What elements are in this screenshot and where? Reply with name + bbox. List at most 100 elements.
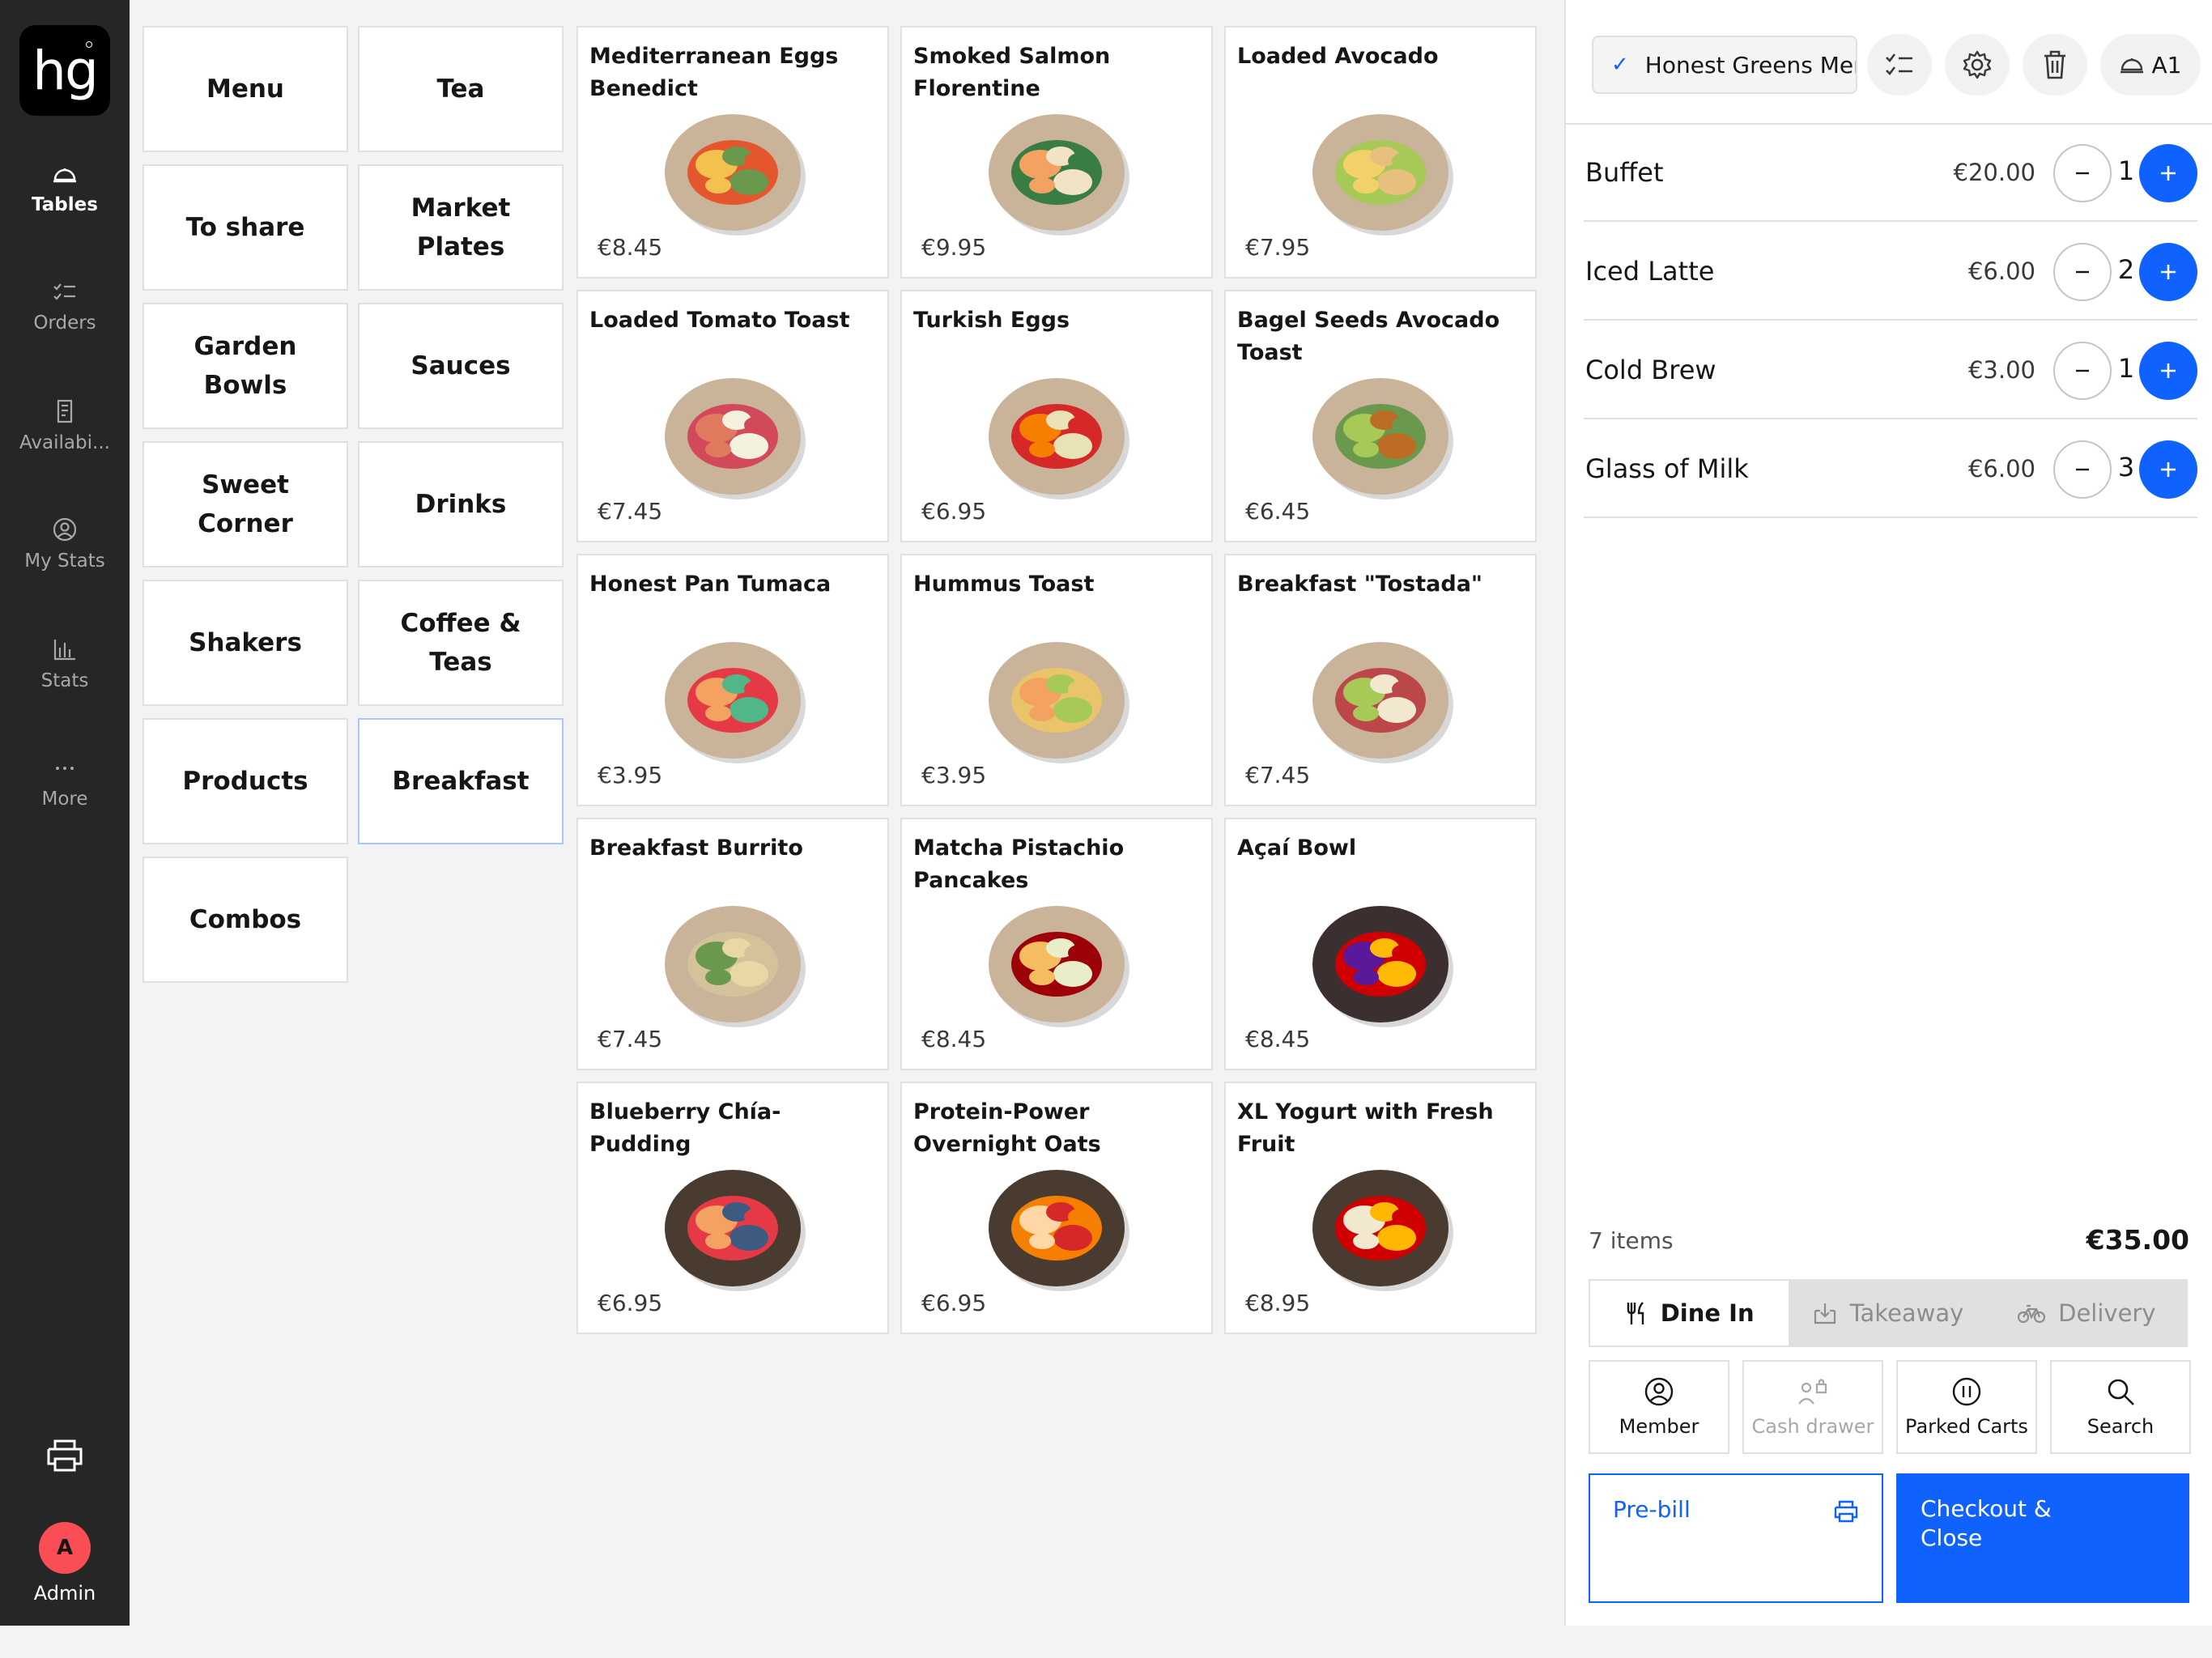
product-image	[665, 641, 806, 763]
delete-cart-button[interactable]	[2023, 34, 2087, 96]
pre-bill-button[interactable]: Pre-bill	[1589, 1473, 1883, 1603]
cart-line-name: Glass of Milk	[1585, 453, 1749, 484]
product-card[interactable]: Turkish Eggs €6.95	[900, 290, 1213, 542]
checkout-button[interactable]: Checkout & Close	[1896, 1473, 2189, 1603]
product-card[interactable]: Mediterranean Eggs Benedict €8.45	[576, 26, 889, 278]
cart-line-name: Cold Brew	[1585, 355, 1716, 385]
order-type-switcher: Dine In Takeaway Delivery	[1589, 1279, 2188, 1347]
product-card[interactable]: Loaded Avocado €7.95	[1224, 26, 1537, 278]
cart-line: Buffet €20.00 1	[1584, 123, 2197, 222]
pause-icon	[1952, 1377, 1981, 1406]
category-breakfast[interactable]: Breakfast	[358, 718, 564, 844]
product-name: Turkish Eggs	[913, 308, 1070, 333]
order-type-delivery[interactable]: Delivery	[1988, 1281, 2186, 1346]
cart-line-price: €3.00	[1967, 356, 2035, 384]
item-count: 7 items	[1589, 1227, 1674, 1254]
sidebar-item-label: Stats	[40, 670, 89, 691]
product-card[interactable]: Loaded Tomato Toast €7.45	[576, 290, 889, 542]
product-image	[1312, 1169, 1453, 1291]
table-selector[interactable]: A1	[2100, 34, 2201, 96]
category-label: Coffee & Teas	[400, 609, 521, 677]
category-coffee-teas[interactable]: Coffee & Teas	[358, 580, 564, 706]
product-name: XL Yogurt with Fresh Fruit	[1237, 1099, 1494, 1157]
product-price: €8.45	[598, 234, 663, 261]
product-card[interactable]: XL Yogurt with Fresh Fruit €8.95	[1224, 1082, 1537, 1334]
settings-button[interactable]	[1945, 34, 2010, 96]
product-card[interactable]: Hummus Toast €3.95	[900, 554, 1213, 806]
product-card[interactable]: Matcha Pistachio Pancakes €8.45	[900, 818, 1213, 1070]
category-sweet-corner[interactable]: Sweet Corner	[143, 441, 348, 568]
product-name: Mediterranean Eggs Benedict	[589, 44, 839, 101]
table-icon	[2120, 58, 2143, 74]
parked-carts-button[interactable]: Parked Carts	[1896, 1360, 2037, 1454]
decrease-qty-button[interactable]	[2053, 342, 2112, 400]
product-name: Loaded Tomato Toast	[589, 308, 850, 333]
category-to-share[interactable]: To share	[143, 164, 348, 291]
increase-qty-button[interactable]	[2139, 342, 2197, 400]
product-name: Breakfast "Tostada"	[1237, 572, 1482, 597]
product-name: Honest Pan Tumaca	[589, 572, 832, 597]
product-price: €7.45	[598, 1026, 663, 1052]
product-name: Breakfast Burrito	[589, 835, 803, 861]
product-name: Blueberry Chía-Pudding	[589, 1099, 781, 1157]
sidebar-item-tables[interactable]: Tables	[0, 162, 130, 215]
sidebar-item-availability[interactable]: Availabi...	[0, 398, 130, 453]
category-market-plates[interactable]: Market Plates	[358, 164, 564, 291]
product-card[interactable]: Açaí Bowl €8.45	[1224, 818, 1537, 1070]
decrease-qty-button[interactable]	[2053, 440, 2112, 499]
category-combos[interactable]: Combos	[143, 857, 348, 983]
product-name: Açaí Bowl	[1237, 835, 1357, 861]
decrease-qty-button[interactable]	[2053, 144, 2112, 202]
category-menu[interactable]: Menu	[143, 26, 348, 152]
order-type-dine-in[interactable]: Dine In	[1590, 1281, 1789, 1346]
product-image	[989, 113, 1129, 236]
availability-icon	[57, 399, 73, 423]
product-card[interactable]: Bagel Seeds Avocado Toast €6.45	[1224, 290, 1537, 542]
menu-selector[interactable]: ✓ Honest Greens Menu	[1592, 36, 1857, 94]
category-label: To share	[185, 213, 305, 242]
product-card[interactable]: Breakfast "Tostada" €7.45	[1224, 554, 1537, 806]
category-products[interactable]: Products	[143, 718, 348, 844]
sidebar-item-stats[interactable]: Stats	[0, 636, 130, 691]
increase-qty-button[interactable]	[2139, 440, 2197, 499]
member-button[interactable]: Member	[1589, 1360, 1729, 1454]
product-name: Protein-Power Overnight Oats	[913, 1099, 1101, 1157]
sidebar-item-more[interactable]: More	[0, 756, 130, 810]
product-image	[665, 113, 806, 236]
category-label: Garden Bowls	[194, 332, 297, 400]
brand-logo[interactable]: hg	[19, 25, 110, 116]
checkout-label-line2: Close	[1921, 1524, 1983, 1551]
menu-name: Honest Greens Menu	[1644, 51, 1856, 79]
increase-qty-button[interactable]	[2139, 144, 2197, 202]
cart-line-name: Buffet	[1585, 157, 1664, 188]
cart-line-price: €6.00	[1967, 257, 2035, 285]
plus-icon	[2161, 265, 2176, 279]
category-tea[interactable]: Tea	[358, 26, 564, 152]
action-label: Cash drawer	[1751, 1415, 1874, 1438]
product-card[interactable]: Honest Pan Tumaca €3.95	[576, 554, 889, 806]
product-name: Hummus Toast	[913, 572, 1095, 597]
product-card[interactable]: Blueberry Chía-Pudding €6.95	[576, 1082, 889, 1334]
increase-qty-button[interactable]	[2139, 243, 2197, 301]
printer-button[interactable]	[45, 1438, 84, 1477]
sidebar-item-my-stats[interactable]: My Stats	[0, 517, 130, 572]
cash-drawer-button[interactable]: Cash drawer	[1742, 1360, 1883, 1454]
product-card[interactable]: Smoked Salmon Florentine €9.95	[900, 26, 1213, 278]
search-button[interactable]: Search	[2050, 1360, 2191, 1454]
category-sauces[interactable]: Sauces	[358, 303, 564, 429]
order-type-takeaway[interactable]: Takeaway	[1789, 1281, 1987, 1346]
checklist-button[interactable]	[1867, 34, 1932, 96]
product-card[interactable]: Protein-Power Overnight Oats €6.95	[900, 1082, 1213, 1334]
product-image	[1312, 113, 1453, 236]
category-drinks[interactable]: Drinks	[358, 441, 564, 568]
product-card[interactable]: Breakfast Burrito €7.45	[576, 818, 889, 1070]
decrease-qty-button[interactable]	[2053, 243, 2112, 301]
product-name: Bagel Seeds Avocado Toast	[1237, 308, 1500, 365]
sidebar-item-orders[interactable]: Orders	[0, 280, 130, 334]
category-shakers[interactable]: Shakers	[143, 580, 348, 706]
printer-icon	[1834, 1500, 1858, 1523]
avatar[interactable]: A	[39, 1522, 91, 1574]
trash-icon	[2044, 50, 2065, 79]
printer-icon	[47, 1439, 83, 1472]
category-garden-bowls[interactable]: Garden Bowls	[143, 303, 348, 429]
